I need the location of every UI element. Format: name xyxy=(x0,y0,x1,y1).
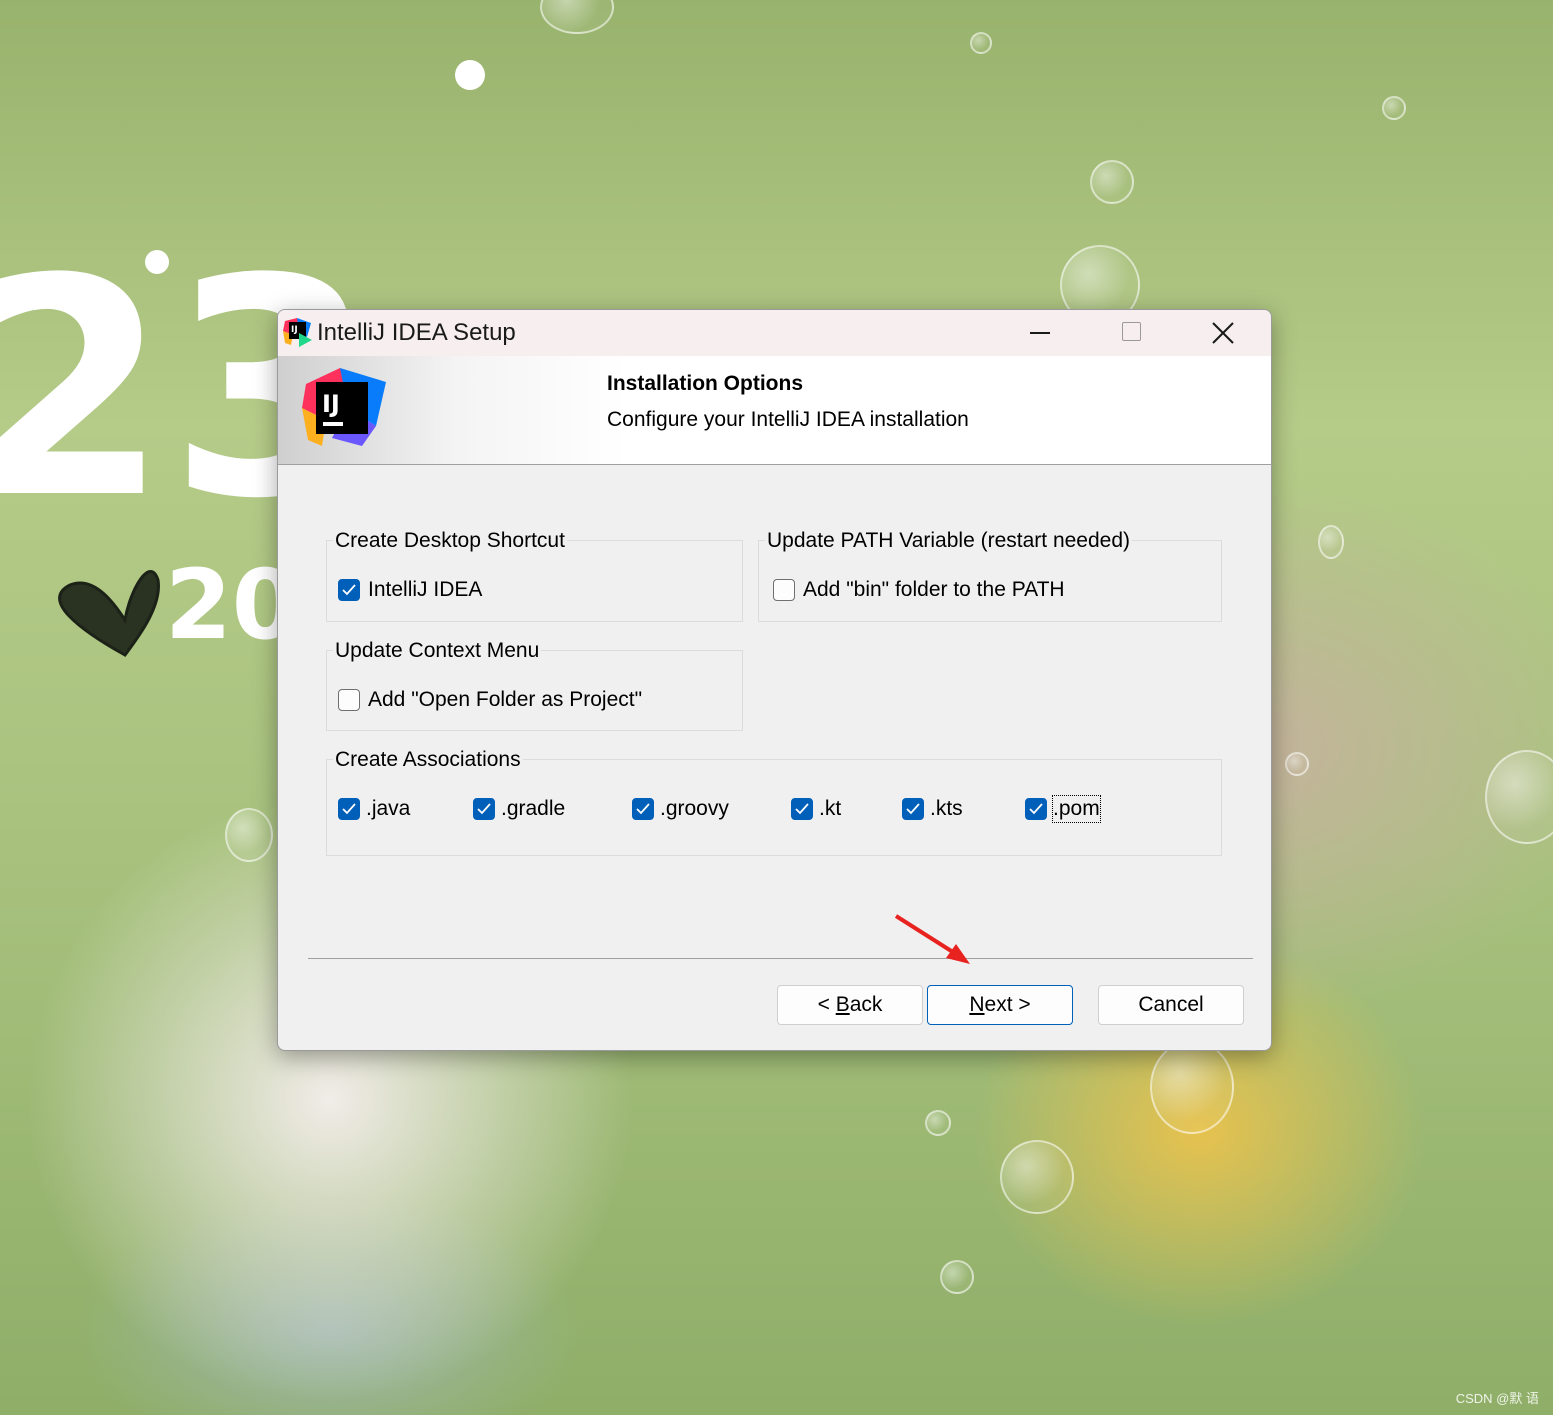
checkbox-label: .java xyxy=(366,797,411,820)
window-title: IntelliJ IDEA Setup xyxy=(317,319,516,346)
checkbox-checked-icon xyxy=(902,798,924,820)
checkbox-label: IntelliJ IDEA xyxy=(368,578,483,601)
annotation-arrow-icon xyxy=(894,914,970,964)
checkbox-checked-icon xyxy=(338,579,360,601)
bubble-decoration xyxy=(925,1110,951,1136)
bubble-decoration xyxy=(1285,752,1309,776)
checkbox-assoc-kts[interactable]: .kts xyxy=(902,796,963,822)
next-button-rest: ext > xyxy=(984,993,1031,1016)
checkbox-assoc-java[interactable]: .java xyxy=(338,796,410,822)
bubble-decoration xyxy=(1382,96,1406,120)
checkbox-assoc-gradle[interactable]: .gradle xyxy=(473,796,565,822)
checkbox-assoc-kt[interactable]: .kt xyxy=(791,796,841,822)
back-button-mnemonic: B xyxy=(835,993,850,1016)
close-button[interactable] xyxy=(1176,310,1271,356)
checkbox-checked-icon xyxy=(632,798,654,820)
checkbox-assoc-pom[interactable]: .pom xyxy=(1025,795,1101,823)
setup-dialog: IJ IntelliJ IDEA Setup IJ Installation O… xyxy=(277,309,1272,1051)
next-button-mnemonic: N xyxy=(969,993,985,1016)
group-label-context-menu: Update Context Menu xyxy=(333,638,542,664)
footer-separator xyxy=(308,958,1253,959)
checkbox-checked-icon xyxy=(338,798,360,820)
checkbox-intellij-idea[interactable]: IntelliJ IDEA xyxy=(338,577,482,603)
page-subtitle: Configure your IntelliJ IDEA installatio… xyxy=(607,408,969,431)
group-label-associations: Create Associations xyxy=(333,747,523,773)
cancel-button[interactable]: Cancel xyxy=(1098,985,1244,1025)
checkbox-open-folder-as-project[interactable]: Add "Open Folder as Project" xyxy=(338,687,642,713)
bubble-decoration xyxy=(970,32,992,54)
back-button-prefix: < xyxy=(817,993,836,1016)
checkbox-label: .kt xyxy=(819,797,842,820)
bubble-decoration xyxy=(1485,750,1553,844)
checkbox-label: .groovy xyxy=(660,797,729,820)
page-title: Installation Options xyxy=(607,372,804,395)
checkbox-label: Add "bin" folder to the PATH xyxy=(803,578,1065,601)
checkbox-label: .kts xyxy=(930,797,963,820)
next-button[interactable]: Next > xyxy=(927,985,1073,1025)
back-button[interactable]: < Back xyxy=(777,985,923,1025)
flower-decoration xyxy=(455,60,485,90)
logo-text: IJ xyxy=(322,390,340,418)
checkbox-label: Add "Open Folder as Project" xyxy=(368,688,643,711)
intellij-app-icon: IJ xyxy=(283,318,312,347)
intellij-logo-icon: IJ xyxy=(302,368,386,446)
checkbox-label: .pom xyxy=(1052,795,1101,823)
watermark-text: CSDN @默 语 xyxy=(1455,1391,1539,1406)
bubble-decoration xyxy=(940,1260,974,1294)
back-button-rest: ack xyxy=(849,993,883,1016)
checkbox-label: .gradle xyxy=(501,797,566,820)
checkbox-checked-icon xyxy=(473,798,495,820)
checkbox-unchecked-icon xyxy=(338,689,360,711)
flower-decoration xyxy=(145,250,169,274)
checkbox-assoc-groovy[interactable]: .groovy xyxy=(632,796,729,822)
checkbox-checked-icon xyxy=(791,798,813,820)
bubble-decoration xyxy=(1318,525,1344,559)
minimize-button[interactable] xyxy=(996,310,1086,356)
bubble-decoration xyxy=(540,0,614,34)
minimize-icon xyxy=(1030,332,1050,334)
bubble-decoration xyxy=(1090,160,1134,204)
checkbox-add-bin-to-path[interactable]: Add "bin" folder to the PATH xyxy=(773,577,1065,603)
heart-doodle-icon xyxy=(58,570,160,657)
title-bar[interactable]: IJ IntelliJ IDEA Setup xyxy=(278,310,1271,356)
maximize-icon xyxy=(1122,322,1141,341)
bubble-decoration xyxy=(1150,1040,1234,1134)
svg-text:IJ: IJ xyxy=(291,325,298,335)
close-icon xyxy=(1212,322,1234,344)
group-label-path-variable: Update PATH Variable (restart needed) xyxy=(765,528,1133,554)
group-label-desktop-shortcut: Create Desktop Shortcut xyxy=(333,528,567,554)
maximize-button[interactable] xyxy=(1086,310,1176,356)
checkbox-unchecked-icon xyxy=(773,579,795,601)
wizard-header: IJ Installation Options Configure your I… xyxy=(278,356,1271,465)
bubble-decoration xyxy=(1000,1140,1074,1214)
checkbox-checked-icon xyxy=(1025,798,1047,820)
bubble-decoration xyxy=(225,808,273,862)
